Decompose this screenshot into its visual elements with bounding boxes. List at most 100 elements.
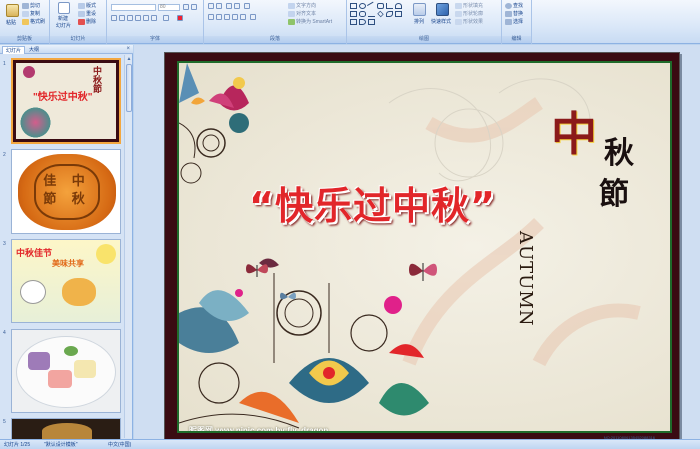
- italic-icon[interactable]: [119, 15, 125, 21]
- numbering-icon[interactable]: [216, 3, 222, 9]
- find-icon: [505, 2, 512, 9]
- reset-button[interactable]: 重设: [78, 10, 96, 17]
- qiu-character[interactable]: 秋: [604, 128, 634, 172]
- find-button[interactable]: 查找: [505, 2, 523, 9]
- quick-styles-icon[interactable]: [436, 3, 449, 16]
- drawing-group: 排列 快速样式 形状填充 形状轮廓 形状效果 绘图: [347, 0, 502, 44]
- align-right-icon[interactable]: [224, 14, 230, 20]
- strikethrough-icon[interactable]: [135, 15, 141, 21]
- shape-callout-icon[interactable]: [395, 11, 402, 17]
- quick-styles-button[interactable]: 快速样式: [431, 18, 451, 25]
- text-direction-button[interactable]: 文字方向: [288, 2, 316, 9]
- layout-icon: [78, 2, 85, 9]
- bold-icon[interactable]: [111, 15, 117, 21]
- distribute-icon[interactable]: [240, 14, 246, 20]
- replace-button[interactable]: 替换: [505, 10, 523, 17]
- slide-thumbnail-5[interactable]: [11, 418, 121, 439]
- underline-icon[interactable]: [127, 15, 133, 21]
- slide-number: 1: [3, 61, 6, 67]
- close-icon[interactable]: ×: [126, 46, 130, 52]
- layout-button[interactable]: 版式: [78, 2, 96, 9]
- slide-thumbnail-4[interactable]: [11, 329, 121, 413]
- copy-icon: [22, 10, 29, 17]
- zhong-character[interactable]: 中: [551, 98, 597, 164]
- shape-fill-button[interactable]: 形状填充: [455, 2, 483, 9]
- slide-thumbnail-1[interactable]: "快乐过中秋" 中秋節: [11, 58, 121, 144]
- tab-outline[interactable]: 大纲: [26, 46, 42, 54]
- new-slide-button[interactable]: 新建: [58, 15, 68, 22]
- shape-diamond-icon[interactable]: [377, 10, 384, 18]
- shape-arrow-icon[interactable]: [368, 11, 375, 17]
- slides-pane: 幻灯片 大纲 × 1 "快乐过中秋" 中秋節 2 佳 中 節 秋 3 中秋佳节 …: [0, 45, 133, 439]
- align-text-icon: [288, 10, 295, 17]
- thumb-title: "快乐过中秋": [33, 92, 93, 103]
- align-text-button[interactable]: 对齐文本: [288, 10, 316, 17]
- paste-icon[interactable]: [6, 4, 19, 17]
- slide-thumbnail-3[interactable]: 中秋佳节 美味共享: [11, 239, 121, 323]
- slide-number: 3: [3, 241, 6, 247]
- scroll-up-icon[interactable]: ▲: [126, 56, 132, 63]
- copy-button[interactable]: 复制: [22, 10, 40, 17]
- shape-arc-icon[interactable]: [395, 3, 402, 9]
- shape-leaf-icon[interactable]: [386, 11, 393, 17]
- delete-button[interactable]: 删除: [78, 18, 96, 25]
- align-left-icon[interactable]: [208, 14, 214, 20]
- thumb3-subtitle: 美味共享: [52, 259, 84, 268]
- butterfly-icon: [280, 292, 296, 300]
- current-slide[interactable]: “快乐过中秋” 中 秋 節 AUTUMN 昵图网 www.nipic.com b…: [164, 52, 680, 443]
- shape-rounded-rect-icon[interactable]: [377, 3, 384, 9]
- slide-title[interactable]: “快乐过中秋”: [249, 175, 496, 230]
- font-color-icon[interactable]: [177, 15, 183, 21]
- shape-brace-icon[interactable]: [350, 19, 357, 25]
- shape-rectangle-icon[interactable]: [350, 3, 357, 9]
- pane-scrollbar[interactable]: ▲: [124, 55, 132, 438]
- spacing-icon[interactable]: [151, 15, 157, 21]
- shape-star-icon[interactable]: [359, 11, 366, 17]
- smartart-button[interactable]: 转换为 SmartArt: [288, 18, 332, 25]
- font-name-field[interactable]: [111, 4, 156, 11]
- arrange-button[interactable]: 排列: [414, 18, 424, 25]
- columns-icon[interactable]: [250, 14, 256, 20]
- shape-outline-button[interactable]: 形状轮廓: [455, 10, 483, 17]
- line-spacing-icon[interactable]: [244, 3, 250, 9]
- scrollbar-thumb[interactable]: [126, 64, 132, 112]
- language-indicator[interactable]: 中文(中国): [108, 440, 131, 449]
- jie-character[interactable]: 節: [599, 169, 629, 213]
- shape-effects-button[interactable]: 形状效果: [455, 18, 483, 25]
- shape-textbox-icon[interactable]: [350, 11, 357, 17]
- grow-font-icon[interactable]: [183, 4, 189, 10]
- paragraph-group: 文字方向 对齐文本 转换为 SmartArt 段落: [204, 0, 347, 44]
- shape-half-circle-icon[interactable]: [359, 19, 366, 25]
- brush-icon: [22, 18, 29, 25]
- autumn-text[interactable]: AUTUMN: [515, 231, 536, 327]
- editing-group-label: 编辑: [502, 36, 531, 43]
- font-size-field[interactable]: 80: [158, 4, 180, 11]
- thumb-flower-art: [18, 105, 53, 140]
- align-center-icon[interactable]: [216, 14, 222, 20]
- bullets-icon[interactable]: [208, 3, 214, 9]
- format-painter-button[interactable]: 格式刷: [22, 18, 45, 25]
- shape-line-icon[interactable]: [366, 1, 377, 11]
- watermark-text: 昵图网 www.nipic.com by:fly_dragon: [189, 426, 329, 433]
- increase-indent-icon[interactable]: [234, 3, 240, 9]
- change-case-icon[interactable]: [163, 15, 169, 21]
- cut-button[interactable]: 剪切: [22, 2, 40, 9]
- decrease-indent-icon[interactable]: [226, 3, 232, 9]
- shrink-font-icon[interactable]: [191, 4, 197, 10]
- shape-oval-icon[interactable]: [359, 3, 366, 9]
- shape-elbow-icon[interactable]: [386, 3, 393, 9]
- thumb5-image: [42, 423, 92, 439]
- arrange-icon[interactable]: [413, 3, 426, 16]
- select-button[interactable]: 选择: [505, 18, 523, 25]
- shape-more-icon[interactable]: [368, 19, 375, 25]
- thumb-side-title: 中秋節: [92, 66, 102, 93]
- pastry-pink: [48, 370, 72, 388]
- pane-tabs: 幻灯片 大纲 ×: [0, 45, 133, 54]
- shadow-icon[interactable]: [143, 15, 149, 21]
- new-slide-icon[interactable]: [58, 2, 70, 14]
- theme-name[interactable]: "默认设计模板": [44, 440, 78, 449]
- paste-button[interactable]: 粘贴: [6, 19, 16, 26]
- justify-icon[interactable]: [232, 14, 238, 20]
- tab-slides[interactable]: 幻灯片: [2, 46, 26, 54]
- slide-thumbnail-2[interactable]: 佳 中 節 秋: [11, 149, 121, 234]
